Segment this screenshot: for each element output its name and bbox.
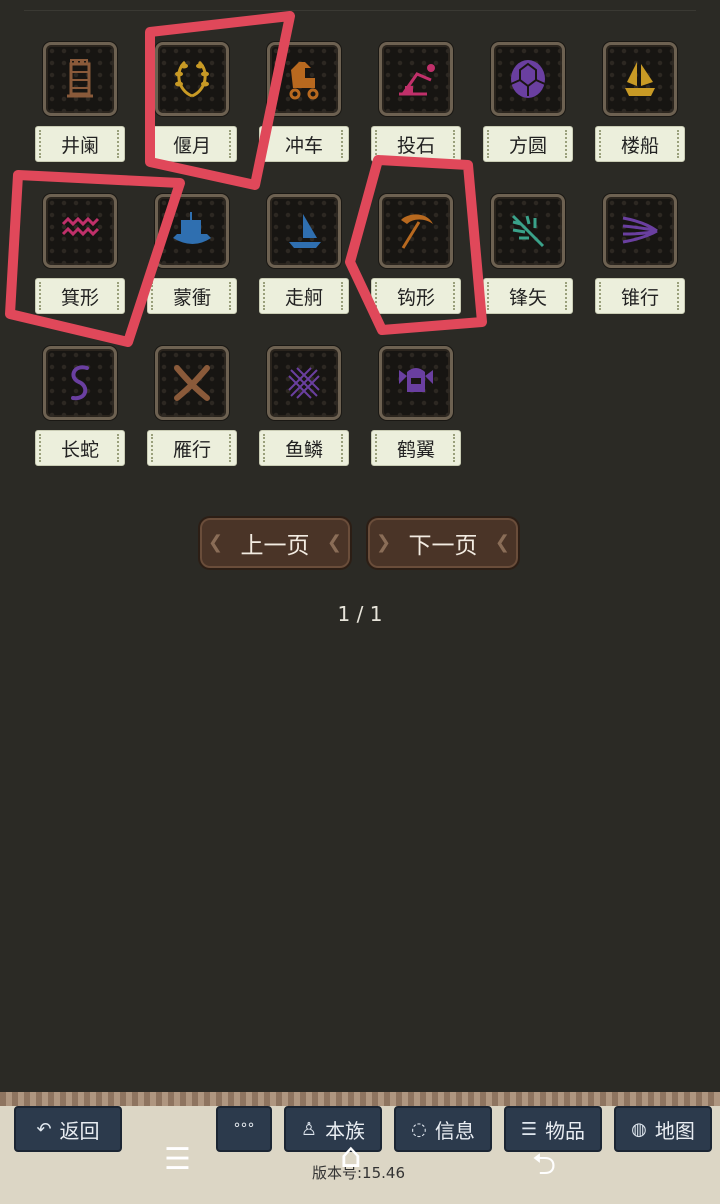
formation-label: 雁行: [147, 430, 237, 466]
formation-label: 锥行: [595, 278, 685, 314]
prev-page-button[interactable]: ❮ 上一页 ❮: [198, 516, 352, 570]
chat-bubble-icon: ◌: [411, 1118, 427, 1140]
formation-item[interactable]: 钩形: [371, 194, 467, 314]
home-icon[interactable]: ⌂: [340, 1136, 362, 1176]
formation-item[interactable]: 长蛇: [35, 346, 131, 466]
more-label: °°°: [233, 1121, 255, 1137]
next-page-label: 下一页: [408, 533, 478, 559]
formation-tile[interactable]: [603, 42, 677, 116]
decorative-border: [0, 1092, 720, 1106]
sailboat-icon: [289, 214, 321, 248]
page-indicator: 1 / 1: [337, 602, 383, 626]
back-label: 返回: [59, 1118, 100, 1143]
items-label: 物品: [545, 1118, 586, 1143]
formation-tile[interactable]: [155, 42, 229, 116]
map-button[interactable]: ◍ 地图: [614, 1106, 712, 1152]
formation-tile[interactable]: [491, 194, 565, 268]
formation-item[interactable]: 冲车: [259, 42, 355, 162]
formation-label: 偃月: [147, 126, 237, 162]
scythe-icon: [401, 214, 433, 249]
waves-icon: [61, 216, 100, 237]
formation-label: 走舸: [259, 278, 349, 314]
fish-scale-icon: [288, 367, 320, 399]
trojan-horse-icon: [289, 62, 319, 100]
globe-icon: ◍: [631, 1118, 647, 1140]
formation-label: 锋矢: [483, 278, 573, 314]
catapult-icon: [399, 64, 435, 96]
formation-label: 蒙衝: [147, 278, 237, 314]
back-button[interactable]: ↶ 返回: [14, 1106, 122, 1152]
next-page-button[interactable]: ❯ 下一页 ❮: [366, 516, 520, 570]
prev-page-label: 上一页: [240, 533, 310, 559]
formation-item[interactable]: 锋矢: [483, 194, 579, 314]
formation-item[interactable]: 走舸: [259, 194, 355, 314]
formation-label: 箕形: [35, 278, 125, 314]
formation-item[interactable]: 锥行: [595, 194, 691, 314]
formation-item[interactable]: 雁行: [147, 346, 243, 466]
snake-icon: [71, 365, 89, 401]
formation-tile[interactable]: [155, 194, 229, 268]
formation-tile[interactable]: [43, 346, 117, 420]
top-divider: [24, 10, 696, 11]
map-label: 地图: [654, 1118, 695, 1143]
formation-tile[interactable]: [155, 346, 229, 420]
arrow-feather-icon: [511, 214, 545, 248]
formation-tile[interactable]: [379, 42, 453, 116]
formation-item[interactable]: 鹤翼: [371, 346, 467, 466]
speed-lines-icon: [622, 216, 658, 244]
undo-arrow-icon: ↶: [36, 1118, 52, 1140]
formation-label: 楼船: [595, 126, 685, 162]
clan-icon: ♙: [300, 1118, 318, 1140]
formation-tile[interactable]: [43, 194, 117, 268]
winged-helmet-icon: [399, 368, 433, 392]
formation-tile[interactable]: [43, 42, 117, 116]
formation-label: 冲车: [259, 126, 349, 162]
formation-tile[interactable]: [379, 346, 453, 420]
formation-label: 投石: [371, 126, 461, 162]
siege-tower-icon: [67, 59, 93, 98]
longship-icon: [173, 212, 211, 244]
formation-tile[interactable]: [267, 42, 341, 116]
system-back-icon[interactable]: ⮌: [532, 1142, 556, 1193]
formation-tile[interactable]: [491, 42, 565, 116]
formation-item[interactable]: 投石: [371, 42, 467, 162]
formation-item[interactable]: 方圆: [483, 42, 579, 162]
formation-label: 鹤翼: [371, 430, 461, 466]
formation-tile[interactable]: [379, 194, 453, 268]
formation-label: 长蛇: [35, 430, 125, 466]
items-icon: ☰: [520, 1118, 538, 1140]
formation-item[interactable]: 蒙衝: [147, 194, 243, 314]
info-label: 信息: [434, 1118, 475, 1143]
formation-item[interactable]: 井阑: [35, 42, 131, 162]
formation-tile[interactable]: [267, 194, 341, 268]
formation-item[interactable]: 鱼鳞: [259, 346, 355, 466]
turtle-shell-icon: [510, 60, 546, 98]
formation-label: 钩形: [371, 278, 461, 314]
laurel-wreath-icon: [175, 60, 209, 98]
formation-item[interactable]: 箕形: [35, 194, 131, 314]
formation-item[interactable]: 偃月: [147, 42, 243, 162]
formation-label: 鱼鳞: [259, 430, 349, 466]
formation-tile[interactable]: [603, 194, 677, 268]
menu-icon[interactable]: ☰: [164, 1142, 191, 1177]
formation-label: 方圆: [483, 126, 573, 162]
crossed-feathers-icon: [174, 365, 210, 401]
formation-label: 井阑: [35, 126, 125, 162]
info-button[interactable]: ◌ 信息: [394, 1106, 492, 1152]
formation-tile[interactable]: [267, 346, 341, 420]
sailing-ship-icon: [625, 62, 655, 96]
clan-button[interactable]: ♙ 本族: [284, 1106, 382, 1152]
formation-item[interactable]: 楼船: [595, 42, 691, 162]
more-button[interactable]: °°°: [216, 1106, 272, 1152]
